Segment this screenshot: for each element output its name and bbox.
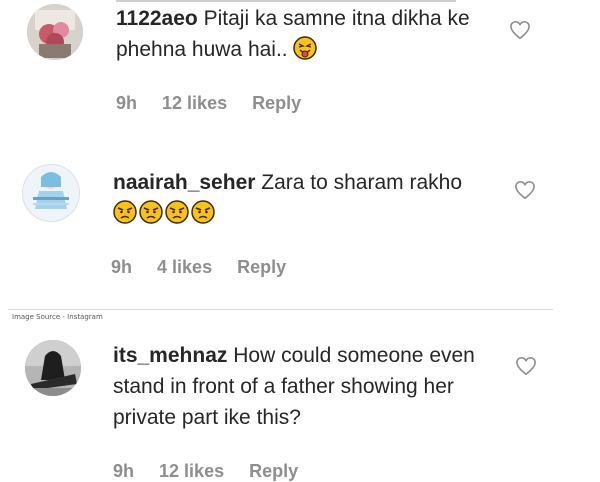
comment-meta: 9h 12 likes Reply xyxy=(116,93,321,114)
comment-likes[interactable]: 12 likes xyxy=(162,93,227,113)
reply-button[interactable]: Reply xyxy=(249,461,298,481)
comment-body: its_mehnaz How could someone even stand … xyxy=(113,340,478,433)
reply-button[interactable]: Reply xyxy=(237,257,286,277)
angry-emoji xyxy=(139,200,163,224)
angry-emoji xyxy=(165,200,189,224)
comment-username[interactable]: naairah_seher xyxy=(113,171,255,194)
comment-text: Zara to sharam rakho xyxy=(261,171,463,194)
like-heart-icon[interactable] xyxy=(509,20,531,40)
comment-meta: 9h 12 likes Reply xyxy=(113,461,318,482)
image-source-caption: Image Source - Instagram xyxy=(12,313,103,321)
comment-time: 9h xyxy=(113,461,135,481)
comment-meta: 9h 4 likes Reply xyxy=(111,257,306,278)
comment-username[interactable]: its_mehnaz xyxy=(113,344,227,367)
like-heart-icon[interactable] xyxy=(515,356,537,376)
comment-item: 1122aeo Pitaji ka samne itna dikha ke ph… xyxy=(0,0,600,140)
comment-likes[interactable]: 4 likes xyxy=(157,257,212,277)
comment-username[interactable]: 1122aeo xyxy=(116,7,198,30)
reply-button[interactable]: Reply xyxy=(252,93,301,113)
comment-item: naairah_seher Zara to sharam rakho 9h 4 … xyxy=(0,150,600,290)
emoji-group xyxy=(113,200,217,225)
avatar[interactable] xyxy=(27,4,83,60)
comment-likes[interactable]: 12 likes xyxy=(159,461,224,481)
angry-emoji xyxy=(191,200,215,224)
angry-emoji xyxy=(113,200,137,224)
comment-time: 9h xyxy=(111,257,133,277)
comment-item: its_mehnaz How could someone even stand … xyxy=(0,330,600,481)
divider xyxy=(8,309,553,310)
avatar[interactable] xyxy=(22,164,80,222)
like-heart-icon[interactable] xyxy=(514,180,536,200)
comment-body: 1122aeo Pitaji ka samne itna dikha ke ph… xyxy=(116,3,496,65)
comment-body: naairah_seher Zara to sharam rakho xyxy=(113,167,473,229)
tongue-wink-emoji xyxy=(293,36,318,60)
comment-time: 9h xyxy=(116,93,138,113)
avatar[interactable] xyxy=(25,340,81,396)
